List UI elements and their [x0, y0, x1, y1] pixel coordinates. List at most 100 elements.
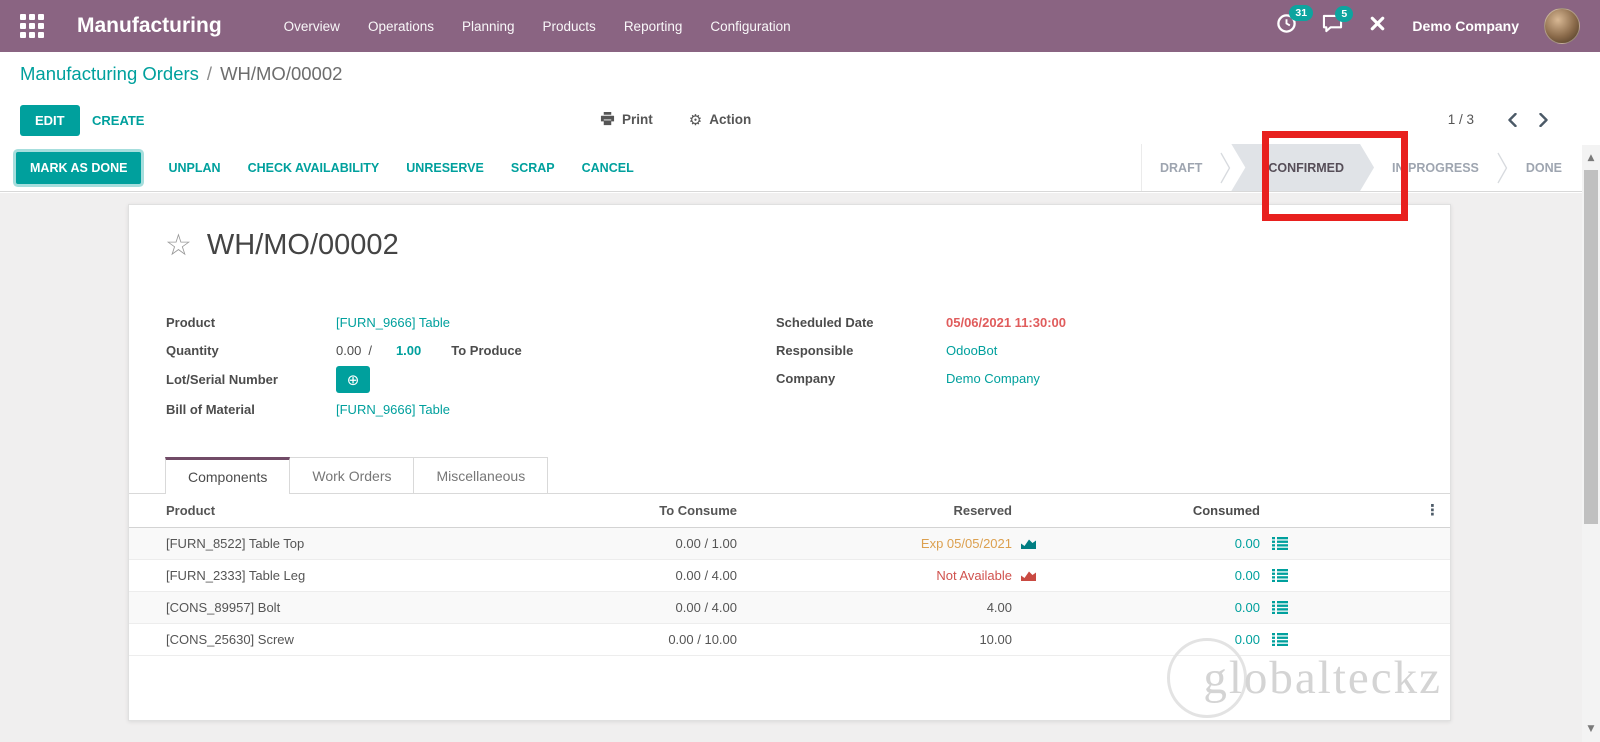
state-draft[interactable]: DRAFT	[1142, 161, 1220, 175]
gear-icon: ⚙	[688, 110, 703, 129]
column-header-reserved[interactable]: Reserved	[737, 503, 1042, 518]
forecast-chart-icon[interactable]	[1020, 569, 1042, 582]
menu-reporting[interactable]: Reporting	[624, 19, 683, 34]
plus-circle-icon: ⊕	[346, 370, 360, 389]
table-row[interactable]: [CONS_25630] Screw 0.00 / 10.00 10.00 0.…	[129, 624, 1450, 656]
column-header-product[interactable]: Product	[129, 503, 562, 518]
notebook-tabs: Components Work Orders Miscellaneous	[129, 457, 1450, 494]
responsible-link[interactable]: OdooBot	[946, 343, 997, 358]
top-right-controls: 31 5 Demo Company	[1276, 5, 1580, 44]
state-separator-icon	[1220, 144, 1231, 191]
menu-planning[interactable]: Planning	[462, 19, 515, 34]
forecast-chart-icon[interactable]	[1020, 537, 1042, 550]
cell-to-consume: 0.00 / 10.00	[668, 632, 737, 647]
details-list-icon[interactable]	[1272, 633, 1292, 646]
state-separator-icon	[1497, 144, 1508, 191]
field-product: Product [FURN_9666] Table	[166, 308, 746, 336]
odoo-manufacturing-screen: Manufacturing Overview Operations Planni…	[0, 0, 1600, 742]
action-label: Action	[709, 112, 752, 127]
cancel-button[interactable]: CANCEL	[582, 161, 634, 175]
state-in-progress[interactable]: IN PROGRESS	[1374, 161, 1497, 175]
components-table: Product To Consume Reserved Consumed ⋮ […	[129, 494, 1450, 656]
create-button[interactable]: CREATE	[86, 105, 150, 136]
status-bar: MARK AS DONE UNPLAN CHECK AVAILABILITY U…	[0, 144, 1600, 192]
state-done[interactable]: DONE	[1508, 161, 1580, 175]
debug-tools-button[interactable]	[1368, 14, 1387, 38]
scrap-button[interactable]: SCRAP	[511, 161, 555, 175]
quantity-done: 0.00	[336, 342, 362, 358]
field-responsible: Responsible OdooBot	[776, 336, 1336, 364]
cell-product: [FURN_8522] Table Top	[166, 536, 305, 551]
table-row[interactable]: [CONS_89957] Bolt 0.00 / 4.00 4.00 0.00	[129, 592, 1450, 624]
unplan-button[interactable]: UNPLAN	[168, 161, 220, 175]
breadcrumb-current: WH/MO/00002	[220, 62, 343, 84]
quantity-to-produce-value: 1.00	[395, 342, 422, 358]
activities-button[interactable]: 31	[1276, 5, 1314, 39]
watermark-text: globalteckz	[1203, 651, 1442, 704]
apps-menu-icon[interactable]	[20, 14, 44, 38]
cell-reserved: 10.00	[979, 632, 1012, 647]
add-lot-serial-button[interactable]: ⊕	[336, 366, 370, 393]
cell-reserved: 4.00	[986, 600, 1012, 615]
state-widget: DRAFT CONFIRMED IN PROGRESS DONE	[1140, 144, 1600, 191]
field-label: Quantity	[166, 342, 219, 358]
page-background: ☆ WH/MO/00002 Product [FURN_9666] Table …	[0, 193, 1600, 742]
details-list-icon[interactable]	[1272, 569, 1292, 582]
table-header-row: Product To Consume Reserved Consumed ⋮	[129, 494, 1450, 528]
favorite-star-icon[interactable]: ☆	[165, 230, 192, 261]
messages-button[interactable]: 5	[1322, 6, 1354, 38]
field-label: Scheduled Date	[776, 314, 874, 330]
app-title[interactable]: Manufacturing	[77, 14, 222, 38]
print-label: Print	[622, 112, 653, 127]
pager-previous-button[interactable]	[1504, 109, 1521, 131]
state-confirmed[interactable]: CONFIRMED	[1231, 144, 1374, 191]
menu-overview[interactable]: Overview	[284, 19, 340, 34]
cell-to-consume: 0.00 / 4.00	[675, 600, 737, 615]
column-header-consumed[interactable]: Consumed	[1042, 503, 1292, 518]
company-switcher[interactable]: Demo Company	[1412, 18, 1519, 34]
action-menu[interactable]: ⚙ Action	[689, 111, 751, 129]
scroll-up-icon[interactable]: ▲	[1582, 153, 1600, 163]
activity-count-badge: 31	[1289, 5, 1314, 21]
printer-icon	[600, 111, 615, 129]
details-list-icon[interactable]	[1272, 601, 1292, 614]
cell-reserved: Not Available	[737, 568, 1042, 583]
menu-configuration[interactable]: Configuration	[710, 19, 790, 34]
scrollbar-thumb[interactable]	[1584, 170, 1598, 524]
edit-button[interactable]: EDIT	[20, 105, 80, 136]
field-bill-of-material: Bill of Material [FURN_9666] Table	[166, 395, 746, 423]
menu-operations[interactable]: Operations	[368, 19, 434, 34]
vertical-scrollbar[interactable]: ▲ ▼	[1582, 145, 1600, 742]
cell-to-consume: 0.00 / 1.00	[675, 536, 737, 551]
bom-link[interactable]: [FURN_9666] Table	[336, 402, 450, 417]
control-row: EDIT CREATE Print ⚙ Action 1 / 3	[0, 95, 1600, 145]
column-header-to-consume[interactable]: To Consume	[562, 503, 737, 518]
cell-consumed: 0.00	[1042, 536, 1292, 551]
field-label: Product	[166, 314, 216, 330]
mark-as-done-button[interactable]: MARK AS DONE	[16, 151, 142, 184]
table-row[interactable]: [FURN_8522] Table Top 0.00 / 1.00 Exp 05…	[129, 528, 1450, 560]
tab-components[interactable]: Components	[165, 457, 291, 494]
scroll-down-icon[interactable]: ▼	[1582, 724, 1600, 734]
field-label: Lot/Serial Number	[166, 372, 278, 387]
cell-product: [FURN_2333] Table Leg	[166, 568, 306, 583]
breadcrumb-separator: /	[206, 62, 213, 84]
details-list-icon[interactable]	[1272, 537, 1292, 550]
menu-products[interactable]: Products	[543, 19, 596, 34]
check-availability-button[interactable]: CHECK AVAILABILITY	[248, 161, 380, 175]
pager-next-button[interactable]	[1535, 109, 1552, 131]
field-company: Company Demo Company	[776, 364, 1336, 392]
product-link[interactable]: [FURN_9666] Table	[336, 315, 450, 330]
user-avatar[interactable]	[1544, 8, 1580, 44]
breadcrumb-parent-link[interactable]: Manufacturing Orders	[20, 63, 199, 85]
optional-columns-icon[interactable]: ⋮	[1425, 503, 1440, 518]
top-nav-bar: Manufacturing Overview Operations Planni…	[0, 0, 1600, 52]
unreserve-button[interactable]: UNRESERVE	[406, 161, 484, 175]
print-menu[interactable]: Print	[600, 111, 653, 129]
tab-miscellaneous[interactable]: Miscellaneous	[413, 457, 549, 493]
quantity-separator: /	[368, 342, 372, 358]
company-link[interactable]: Demo Company	[946, 371, 1040, 386]
tab-work-orders[interactable]: Work Orders	[289, 457, 415, 493]
table-row[interactable]: [FURN_2333] Table Leg 0.00 / 4.00 Not Av…	[129, 560, 1450, 592]
center-actions: Print ⚙ Action	[600, 95, 751, 144]
